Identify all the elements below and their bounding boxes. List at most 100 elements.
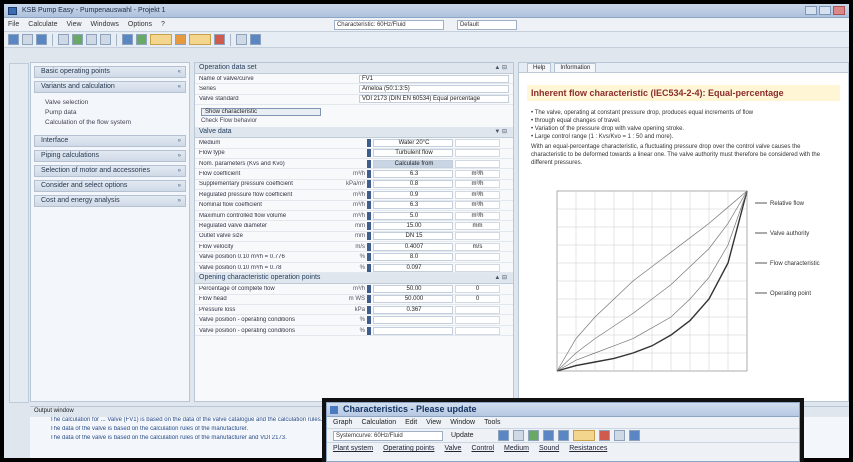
calculate-icon[interactable] [72, 34, 83, 45]
sidebar-group-piping[interactable]: Piping calculations » [34, 150, 186, 162]
minimize-button[interactable] [805, 6, 817, 15]
close-button[interactable] [833, 6, 845, 15]
sidebar-group-options[interactable]: Consider and select options » [34, 180, 186, 192]
field-value[interactable] [373, 316, 453, 325]
tab-medium[interactable]: Medium [504, 443, 529, 455]
tab-plant-system[interactable]: Plant system [333, 443, 373, 455]
collapse-icon[interactable]: ▼ ⊟ [494, 127, 507, 137]
field-value[interactable]: 5.0 [373, 211, 453, 220]
field-unit-select[interactable]: m³/h [455, 170, 500, 179]
field-value[interactable]: 0.4007 [373, 242, 453, 251]
field-unit-select[interactable]: m³/h [455, 201, 500, 210]
field-select[interactable]: FV1 [359, 74, 509, 83]
field-value[interactable]: 0.097 [373, 263, 453, 272]
chart-icon[interactable] [122, 34, 133, 45]
alert-icon[interactable] [598, 430, 610, 441]
field-value[interactable]: 6.3 [373, 201, 453, 210]
table-icon[interactable] [527, 430, 539, 441]
save-icon[interactable] [36, 34, 47, 45]
field-unit-select[interactable] [455, 159, 500, 168]
field-unit-select[interactable]: m³/h [455, 190, 500, 199]
field-unit-select[interactable] [455, 316, 500, 325]
pump-icon[interactable] [175, 34, 186, 45]
curve-icon[interactable] [572, 430, 595, 441]
sidebar-item-flow-system[interactable]: Calculation of the flow system [45, 119, 186, 129]
default-select[interactable]: Default [456, 19, 517, 30]
save-icon[interactable] [497, 430, 509, 441]
field-value[interactable]: 50.00 [373, 284, 453, 293]
menu-options[interactable]: Options [128, 21, 152, 28]
field-unit-select[interactable]: 0 [455, 284, 500, 293]
field-value[interactable]: Water 20°C [373, 138, 453, 147]
settings-icon[interactable] [250, 34, 261, 45]
menu-file[interactable]: File [8, 21, 19, 28]
menu-tools[interactable]: Tools [484, 417, 500, 428]
field-value[interactable]: 6.3 [373, 170, 453, 179]
sidebar-group-cost[interactable]: Cost and energy analysis » [34, 195, 186, 207]
field-value[interactable]: 0.367 [373, 305, 453, 314]
menu-edit[interactable]: Edit [405, 417, 417, 428]
sidebar-group-basic-operating-points[interactable]: Basic operating points « [34, 66, 186, 78]
export-icon[interactable] [628, 430, 640, 441]
field-unit-select[interactable] [455, 263, 500, 272]
grid-icon[interactable] [613, 430, 625, 441]
open-icon[interactable] [22, 34, 33, 45]
menu-calculation[interactable]: Calculation [361, 417, 396, 428]
field-value[interactable]: 0.9 [373, 190, 453, 199]
menu-graph[interactable]: Graph [333, 417, 352, 428]
collapse-icon[interactable]: ▲ ⊟ [494, 63, 507, 73]
sidebar-group-motor[interactable]: Selection of motor and accessories » [34, 165, 186, 177]
redo-icon[interactable] [100, 34, 111, 45]
undo-icon[interactable] [86, 34, 97, 45]
tab-help[interactable]: Help [527, 63, 552, 72]
collapse-icon[interactable]: ▲ ⊟ [494, 273, 507, 283]
field-unit-select[interactable] [455, 149, 500, 158]
zoom-icon[interactable] [236, 34, 247, 45]
tab-information[interactable]: Information [554, 63, 597, 72]
table-icon[interactable] [136, 34, 147, 45]
valve-icon[interactable] [150, 34, 172, 45]
field-unit-select[interactable]: mm [455, 221, 500, 230]
sidebar-item-valve-selection[interactable]: Valve selection [45, 99, 186, 109]
field-value[interactable]: Calculate from [373, 159, 453, 168]
field-unit-select[interactable] [455, 232, 500, 241]
field-value[interactable]: 0.8 [373, 180, 453, 189]
menu-help[interactable]: ? [161, 21, 165, 28]
menu-view[interactable]: View [66, 21, 81, 28]
maximize-button[interactable] [819, 6, 831, 15]
field-value[interactable]: 8.0 [373, 253, 453, 262]
menu-window[interactable]: Window [450, 417, 475, 428]
zoom-out-icon[interactable] [557, 430, 569, 441]
field-unit-select[interactable]: m/s [455, 242, 500, 251]
sidebar-item-pump-data[interactable]: Pump data [45, 109, 186, 119]
field-unit-select[interactable]: m³/h [455, 180, 500, 189]
zoom-in-icon[interactable] [542, 430, 554, 441]
characteristic-select[interactable]: Characteristic: 60Hz/Fluid [333, 19, 444, 30]
pipe-icon[interactable] [189, 34, 211, 45]
field-unit-select[interactable] [455, 326, 500, 335]
field-value[interactable]: DN 15 [373, 232, 453, 241]
sidebar-group-variants[interactable]: Variants and calculation « [34, 81, 186, 93]
field-unit-select[interactable] [455, 138, 500, 147]
tab-sound[interactable]: Sound [539, 443, 559, 455]
field-value[interactable] [373, 326, 453, 335]
tab-operating-points[interactable]: Operating points [383, 443, 434, 455]
menu-calculate[interactable]: Calculate [28, 21, 57, 28]
field-unit-select[interactable]: m³/h [455, 211, 500, 220]
tab-valve[interactable]: Valve [444, 443, 461, 455]
field-value[interactable]: Turbulent flow [373, 149, 453, 158]
sidebar-group-interface[interactable]: Interface » [34, 135, 186, 147]
field-unit-select[interactable]: 0 [455, 295, 500, 304]
field-select[interactable]: Ameloa (50:1:3:5) [359, 85, 509, 94]
tab-resistances[interactable]: Resistances [569, 443, 607, 455]
menu-windows[interactable]: Windows [91, 21, 119, 28]
print-icon[interactable] [512, 430, 524, 441]
new-icon[interactable] [8, 34, 19, 45]
show-characteristic-button[interactable]: Show characteristic [201, 108, 321, 117]
alert-icon[interactable] [214, 34, 225, 45]
update-button[interactable]: Update [451, 432, 474, 439]
field-value[interactable]: 15.00 [373, 221, 453, 230]
field-unit-select[interactable] [455, 253, 500, 262]
field-value[interactable]: 50.000 [373, 295, 453, 304]
field-select[interactable]: VDI 2173 (DIN EN 60534) Equal percentage [359, 95, 509, 104]
